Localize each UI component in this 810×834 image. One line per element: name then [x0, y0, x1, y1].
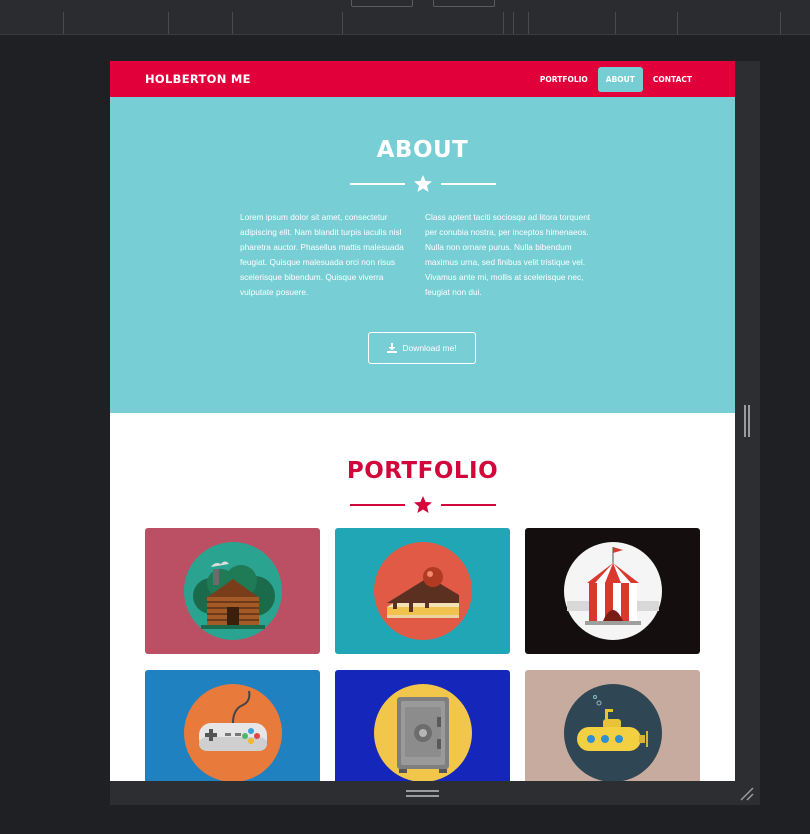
resize-handle-bottom[interactable]: [406, 790, 439, 797]
download-button[interactable]: Download me!: [368, 332, 476, 364]
portfolio-item-game[interactable]: [145, 670, 320, 781]
width-field[interactable]: [351, 0, 413, 7]
device-frame: HOLBERTON ME PORTFOLIO ABOUT CONTACT ABO…: [110, 61, 760, 805]
about-divider: [350, 174, 496, 194]
toolbar-separator: [513, 12, 514, 34]
submarine-icon: [563, 684, 662, 781]
nav-link-contact[interactable]: CONTACT: [645, 67, 700, 92]
resize-corner-icon[interactable]: [738, 785, 756, 803]
toolbar-separator: [232, 12, 233, 34]
star-icon: [414, 496, 432, 513]
divider-line: [350, 183, 405, 185]
divider-line: [350, 504, 405, 506]
navbar: HOLBERTON ME PORTFOLIO ABOUT CONTACT: [110, 61, 735, 97]
toolbar-separator: [63, 12, 64, 34]
portfolio-section: PORTFOLIO: [110, 413, 735, 781]
about-text-left: Lorem ipsum dolor sit amet, consectetur …: [240, 212, 404, 297]
about-text-right: Class aptent taciti sociosqu ad litora t…: [425, 212, 591, 297]
game-controller-icon: [183, 684, 282, 781]
about-text-columns: Lorem ipsum dolor sit amet, consectetur …: [240, 210, 600, 300]
height-field[interactable]: [433, 0, 495, 7]
star-icon: [414, 175, 432, 192]
toolbar-separator: [677, 12, 678, 34]
toolbar-separator: [503, 12, 504, 34]
divider-line: [441, 183, 496, 185]
download-icon: [387, 343, 398, 353]
divider-line: [441, 504, 496, 506]
toolbar-separator: [168, 12, 169, 34]
toolbar-separator: [615, 12, 616, 34]
about-section: ABOUT Lorem ipsum dolor sit amet, consec…: [110, 97, 735, 413]
nav-link-portfolio[interactable]: PORTFOLIO: [532, 67, 596, 92]
safe-icon: [373, 684, 472, 781]
resize-handle-right[interactable]: [744, 405, 750, 437]
devtools-toolbar: [0, 0, 810, 35]
toolbar-separator: [780, 12, 781, 34]
download-button-label: Download me!: [402, 343, 457, 353]
nav-link-about[interactable]: ABOUT: [597, 66, 643, 92]
brand-logo[interactable]: HOLBERTON ME: [145, 72, 251, 86]
toolbar-separator: [342, 12, 343, 34]
portfolio-item-safe[interactable]: [335, 670, 510, 781]
toolbar-separator: [528, 12, 529, 34]
cabin-icon: [183, 542, 282, 640]
nav-links: PORTFOLIO ABOUT CONTACT: [532, 66, 700, 92]
page-viewport: HOLBERTON ME PORTFOLIO ABOUT CONTACT ABO…: [110, 61, 735, 781]
portfolio-item-submarine[interactable]: [525, 670, 700, 781]
portfolio-item-cabin[interactable]: [145, 528, 320, 654]
circus-tent-icon: [563, 542, 662, 640]
portfolio-item-cake[interactable]: [335, 528, 510, 654]
portfolio-divider: [350, 495, 496, 515]
cake-icon: [373, 542, 472, 640]
portfolio-item-circus[interactable]: [525, 528, 700, 654]
about-title: ABOUT: [376, 137, 469, 163]
portfolio-title: PORTFOLIO: [346, 458, 499, 484]
